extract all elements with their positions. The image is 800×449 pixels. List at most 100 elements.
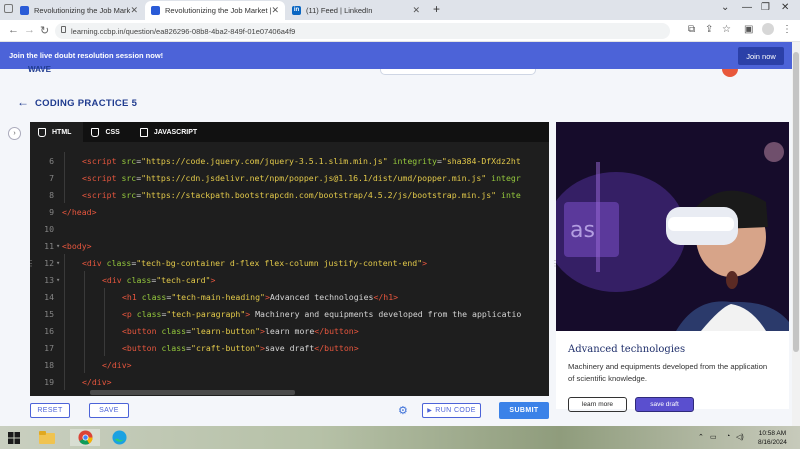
address-bar[interactable]: learning.ccbp.in/question/ea826296-08b8-…	[55, 23, 670, 39]
code-token: <script	[82, 155, 122, 166]
page-scrollbar[interactable]	[792, 42, 800, 426]
wifi-icon[interactable]: ◔	[726, 433, 730, 440]
new-tab-icon[interactable]: +	[433, 2, 440, 16]
line-number: 17	[44, 342, 54, 353]
code-token: >	[422, 257, 428, 268]
code-token: </div>	[82, 376, 112, 387]
browser-menu-icon[interactable]: ⋮	[782, 24, 792, 35]
editor-horizontal-scrollbar[interactable]	[90, 390, 295, 395]
tab-javascript[interactable]: JAVASCRIPT	[132, 122, 209, 142]
network-icon[interactable]: ▭	[710, 433, 717, 441]
close-window-icon[interactable]: ✕	[781, 2, 789, 13]
indent-guide	[84, 288, 85, 305]
tech-card: Advanced technologies Machinery and equi…	[556, 331, 789, 412]
code-line[interactable]: 13 ▾ <div class="tech-card">	[30, 271, 549, 288]
reload-icon[interactable]: ↻	[40, 24, 49, 37]
indent-guide	[64, 305, 65, 322]
code-token: "tech-card"	[156, 274, 211, 285]
indent-guide	[84, 271, 85, 288]
file-explorer-icon[interactable]	[38, 429, 56, 446]
tab-search-icon[interactable]	[4, 4, 13, 13]
code-line[interactable]: 8 <script src="https://stackpath.bootstra…	[30, 186, 549, 203]
join-now-button[interactable]: Join now	[738, 47, 784, 65]
code-token: "craft-button"	[191, 342, 261, 353]
code-line[interactable]: 11 ▾ <body>	[30, 237, 549, 254]
line-number: 15	[44, 308, 54, 319]
tab-html[interactable]: HTML	[30, 122, 84, 142]
code-line[interactable]: 16 <button class="learn-button">learn mor…	[30, 322, 549, 339]
output-preview: as Advanced technologies Machinery and e…	[556, 122, 789, 412]
chevron-up-icon[interactable]: ⌃	[698, 433, 704, 441]
code-token: </head>	[62, 206, 97, 217]
code-line[interactable]: 10	[30, 220, 549, 237]
side-panel-icon[interactable]: ▣	[744, 24, 753, 35]
fold-toggle-icon[interactable]: ▾	[56, 276, 60, 284]
code-line[interactable]: 19 </div>	[30, 373, 549, 390]
fold-toggle-icon[interactable]: ▾	[56, 259, 60, 267]
bookmark-star-icon[interactable]: ☆	[722, 24, 731, 35]
run-code-button[interactable]: ▶ RUN CODE	[422, 403, 481, 418]
linkedin-favicon-icon: in	[292, 6, 301, 15]
submit-button[interactable]: SUBMIT	[499, 402, 549, 419]
edge-icon[interactable]	[110, 429, 128, 446]
close-tab-icon[interactable]: ✕	[130, 5, 138, 16]
code-token: <div	[102, 274, 127, 285]
back-arrow-icon[interactable]: ←	[17, 95, 29, 109]
code-token: >	[210, 274, 216, 285]
forward-nav-icon[interactable]: →	[24, 24, 35, 36]
code-token: integrity	[392, 155, 437, 166]
code-text: <div class="tech-card">	[102, 275, 215, 285]
logo[interactable]: WAVE	[28, 65, 51, 74]
profile-avatar-icon[interactable]	[762, 23, 774, 35]
code-line[interactable]: 14 <h1 class="tech-main-heading">Advanced…	[30, 288, 549, 305]
close-tab-icon[interactable]: ✕	[271, 5, 279, 16]
close-tab-icon[interactable]: ✕	[412, 5, 420, 16]
avatar[interactable]	[722, 69, 738, 77]
expand-panel-button[interactable]: ›	[8, 127, 21, 140]
chrome-icon[interactable]	[70, 429, 100, 446]
code-area[interactable]: 6 <script src="https://code.jquery.com/jq…	[30, 150, 549, 390]
save-draft-button[interactable]: save draft	[635, 397, 694, 412]
code-line[interactable]: 15 <p class="tech-paragraph"> Machinery a…	[30, 305, 549, 322]
fold-toggle-icon[interactable]: ▾	[56, 242, 60, 250]
tech-main-heading: Advanced technologies	[568, 344, 686, 355]
save-button[interactable]: SAVE	[89, 403, 129, 418]
indent-guide	[64, 254, 65, 271]
search-field[interactable]	[380, 69, 536, 75]
learn-more-button[interactable]: learn more	[568, 397, 627, 412]
reset-button[interactable]: RESET	[30, 403, 70, 418]
tab-list-icon[interactable]: ⌄	[721, 2, 729, 13]
browser-tab-1[interactable]: Revolutionizing the Job Market | ✕	[14, 1, 144, 20]
translate-icon[interactable]: ⧉	[688, 24, 695, 35]
page-header: WAVE ← CODING PRACTICE 5	[0, 65, 792, 119]
system-clock[interactable]: 10:58 AM 8/16/2024	[758, 429, 787, 447]
code-line[interactable]: 18 </div>	[30, 356, 549, 373]
minimize-icon[interactable]: —	[742, 2, 752, 13]
tab-css[interactable]: CSS	[83, 122, 131, 142]
code-token: class	[161, 325, 187, 336]
restore-icon[interactable]: ❐	[761, 2, 770, 13]
tab-title: Revolutionizing the Job Market |	[165, 6, 272, 15]
code-line[interactable]: 12 ▾ <div class="tech-bg-container d-flex …	[30, 254, 549, 271]
windows-start-icon[interactable]	[5, 429, 23, 446]
page-title: CODING PRACTICE 5	[35, 98, 138, 109]
code-editor[interactable]: HTML CSS JAVASCRIPT 6 <script src="https:…	[30, 122, 578, 396]
back-nav-icon[interactable]: ←	[8, 24, 19, 36]
browser-tab-2[interactable]: Revolutionizing the Job Market | ✕	[145, 1, 285, 20]
code-line[interactable]: 7 <script src="https://cdn.jsdelivr.net/n…	[30, 169, 549, 186]
browser-toolbar: ← → ↻ learning.ccbp.in/question/ea826296…	[0, 20, 800, 42]
scrollbar-thumb[interactable]	[793, 52, 799, 352]
split-drag-handle-icon[interactable]: ⋮	[27, 259, 35, 268]
code-line[interactable]: 17 <button class="craft-button">save draf…	[30, 339, 549, 356]
indent-guide	[64, 373, 65, 390]
code-line[interactable]: 9 </head>	[30, 203, 549, 220]
vr-photo-illustration: as	[556, 122, 789, 331]
share-icon[interactable]: ⇪	[705, 24, 713, 35]
browser-tab-3[interactable]: in (11) Feed | LinkedIn ✕	[286, 1, 426, 20]
url-text: learning.ccbp.in/question/ea826296-08b8-…	[71, 26, 296, 36]
code-line[interactable]: 6 <script src="https://code.jquery.com/jq…	[30, 152, 549, 169]
gear-icon[interactable]: ⚙	[398, 404, 408, 417]
code-token: src	[121, 189, 137, 200]
indent-guide	[64, 322, 65, 339]
volume-icon[interactable]: ◁)	[736, 433, 744, 441]
